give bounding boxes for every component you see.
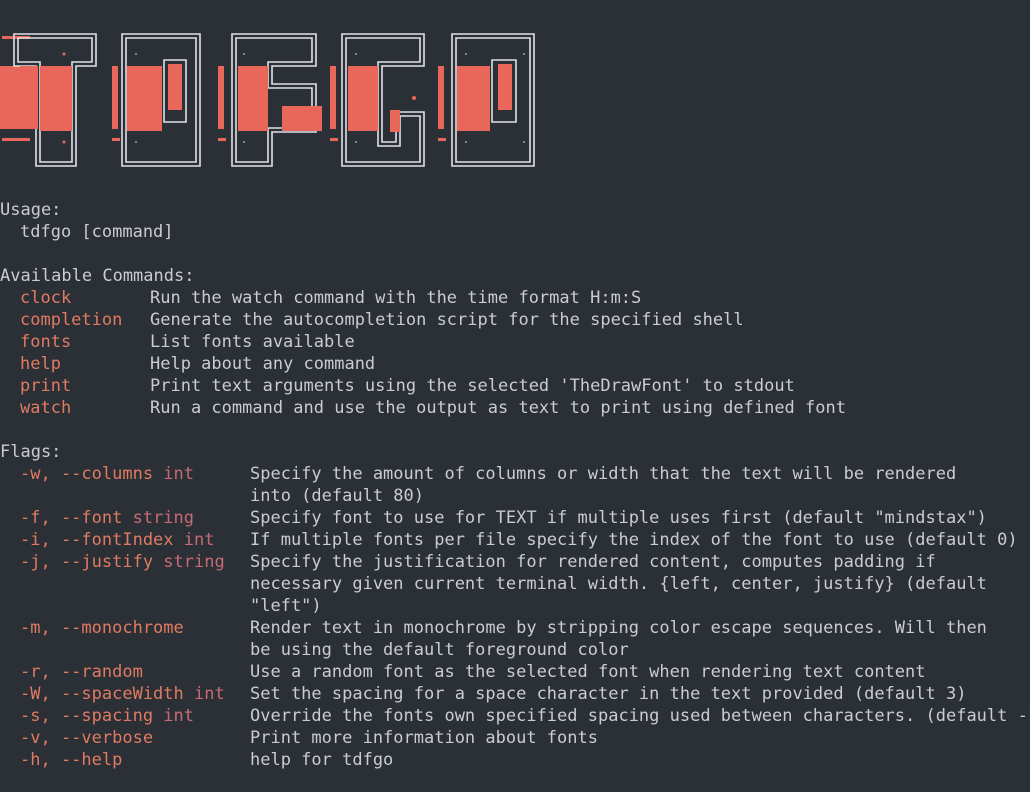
flag-description: be using the default foreground color xyxy=(250,640,629,660)
command-description: Generate the autocompletion script for t… xyxy=(150,310,744,330)
command-name: clock xyxy=(20,288,72,308)
flag-name: -W, --spaceWidth xyxy=(20,684,184,704)
command-row: watch Run a command and use the output as… xyxy=(0,397,1030,419)
flag-name: -r, --random xyxy=(20,662,143,682)
flag-signature: -r, --random xyxy=(20,661,250,683)
tdfgo-banner-logo xyxy=(0,33,535,167)
flag-description: into (default 80) xyxy=(250,486,424,506)
flag-row-continuation: "left") xyxy=(0,595,1030,617)
flag-name: -j, --justify xyxy=(20,552,154,572)
command-name: fonts xyxy=(20,332,72,352)
flag-row-continuation: necessary given current terminal width. … xyxy=(0,573,1030,595)
usage-heading: Usage: xyxy=(0,200,62,220)
flag-type: int xyxy=(183,684,225,704)
flag-name: -s, --spacing xyxy=(20,706,154,726)
flag-description: Specify the amount of columns or width t… xyxy=(250,464,957,484)
flag-row: -j, --justify string Specify the justific… xyxy=(0,551,1030,573)
flag-row: -W, --spaceWidth int Set the spacing for … xyxy=(0,683,1030,705)
command-description: Run the watch command with the time form… xyxy=(150,288,642,308)
flag-description: Set the spacing for a space character in… xyxy=(250,684,967,704)
command-name: print xyxy=(20,376,72,396)
command-row: clock Run the watch command with the time… xyxy=(0,287,1030,309)
flag-description: necessary given current terminal width. … xyxy=(250,574,987,594)
flag-signature: -i, --fontIndex int xyxy=(20,529,250,551)
flag-description: Use a random font as the selected font w… xyxy=(250,662,926,682)
flag-type: string xyxy=(122,508,195,528)
flag-row: -i, --fontIndex int If multiple fonts per… xyxy=(0,529,1030,551)
flag-signature: -w, --columns int xyxy=(20,463,250,485)
flag-type: string xyxy=(153,552,225,572)
commands-heading: Available Commands: xyxy=(0,266,195,286)
command-row: completion Generate the autocompletion sc… xyxy=(0,309,1030,331)
flag-description: If multiple fonts per file specify the i… xyxy=(250,530,1018,550)
flag-description: help for tdfgo xyxy=(250,750,394,770)
flags-heading: Flags: xyxy=(0,442,62,462)
command-list: clock Run the watch command with the time… xyxy=(0,287,1030,419)
command-description: List fonts available xyxy=(150,332,355,352)
flag-row: -s, --spacing int Override the fonts own … xyxy=(0,705,1030,727)
flag-signature: -W, --spaceWidth int xyxy=(20,683,250,705)
flag-name: -h, --help xyxy=(20,750,123,770)
flag-description: Specify font to use for TEXT if multiple… xyxy=(250,508,987,528)
flag-signature: -f, --font string xyxy=(20,507,250,529)
flag-row: -f, --font string Specify font to use for… xyxy=(0,507,1030,529)
flag-list: -w, --columns int Specify the amount of c… xyxy=(0,463,1030,771)
flag-signature: -s, --spacing int xyxy=(20,705,250,727)
flag-signature: -m, --monochrome xyxy=(20,617,250,639)
command-row: help Help about any command xyxy=(0,353,1030,375)
usage-line: tdfgo [command] xyxy=(20,222,174,242)
command-name: watch xyxy=(20,398,72,418)
flag-row: -m, --monochrome Render text in monochrom… xyxy=(0,617,1030,639)
help-output: Usage: tdfgo [command] Available Command… xyxy=(0,199,1030,771)
command-name: completion xyxy=(20,310,123,330)
flag-row: -h, --help help for tdfgo xyxy=(0,749,1030,771)
flag-type: int xyxy=(173,530,215,550)
flag-description: Print more information about fonts xyxy=(250,728,598,748)
flag-signature: -j, --justify string xyxy=(20,551,250,573)
flag-row: -v, --verbose Print more information abou… xyxy=(0,727,1030,749)
command-name: help xyxy=(20,354,61,374)
command-description: Help about any command xyxy=(150,354,376,374)
flag-description: "left") xyxy=(250,596,322,616)
command-description: Print text arguments using the selected … xyxy=(150,376,795,396)
flag-type: int xyxy=(153,706,195,726)
flag-description: Override the fonts own specified spacing… xyxy=(250,706,1030,726)
flag-name: -w, --columns xyxy=(20,464,154,484)
command-row: fonts List fonts available xyxy=(0,331,1030,353)
flag-row: -w, --columns int Specify the amount of c… xyxy=(0,463,1030,485)
flag-name: -i, --fontIndex xyxy=(20,530,174,550)
flag-signature: -h, --help xyxy=(20,749,250,771)
flag-name: -f, --font xyxy=(20,508,123,528)
flag-description: Render text in monochrome by stripping c… xyxy=(250,618,987,638)
command-row: print Print text arguments using the sele… xyxy=(0,375,1030,397)
flag-name: -v, --verbose xyxy=(20,728,154,748)
flag-row-continuation: be using the default foreground color xyxy=(0,639,1030,661)
flag-name: -m, --monochrome xyxy=(20,618,184,638)
flag-signature: -v, --verbose xyxy=(20,727,250,749)
flag-description: Specify the justification for rendered c… xyxy=(250,552,936,572)
command-description: Run a command and use the output as text… xyxy=(150,398,846,418)
flag-row: -r, --random Use a random font as the sel… xyxy=(0,661,1030,683)
flag-type: int xyxy=(153,464,195,484)
flag-row-continuation: into (default 80) xyxy=(0,485,1030,507)
